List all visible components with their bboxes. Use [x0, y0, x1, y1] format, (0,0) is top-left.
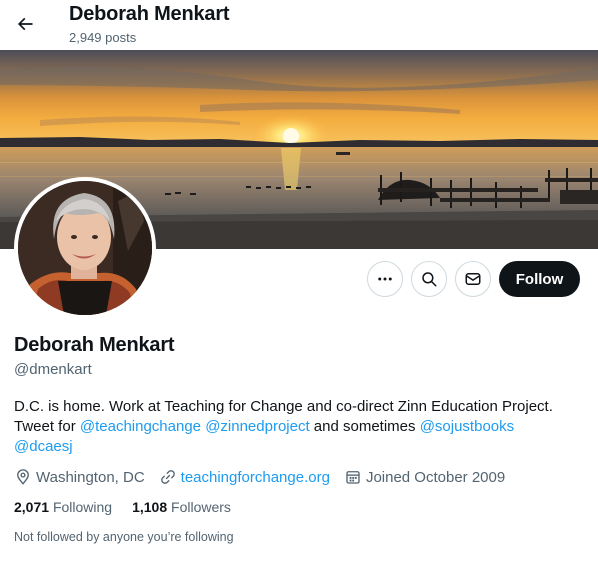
followers-link[interactable]: 1,108 Followers — [132, 499, 231, 515]
more-button[interactable] — [367, 261, 403, 297]
following-label: Following — [52, 499, 113, 515]
join-date-text: Joined October 2009 — [365, 468, 506, 486]
bio-text: and sometimes — [309, 418, 420, 435]
profile-actions: Follow — [0, 261, 598, 297]
following-link[interactable]: 2,071 Following — [14, 499, 112, 515]
link-icon — [160, 470, 175, 484]
location-text: Washington, DC — [36, 468, 145, 486]
back-button[interactable] — [8, 7, 42, 41]
website-link[interactable]: teachingforchange.org — [181, 469, 330, 486]
follow-button[interactable]: Follow — [499, 261, 580, 297]
following-count: 2,071 — [14, 499, 50, 515]
post-count: 2,949 posts — [69, 30, 137, 45]
search-icon — [422, 272, 437, 287]
mention-link[interactable]: @teachingchange — [80, 418, 201, 435]
not-followed-note: Not followed by anyone you’re following — [14, 530, 234, 544]
profile-meta: Washington, DC teachingforchange.org Joi… — [14, 466, 519, 488]
header-name: Deborah Menkart — [69, 3, 230, 25]
user-handle: @dmenkart — [14, 361, 92, 378]
follow-stats: 2,071 Following 1,108 Followers — [14, 499, 251, 515]
top-bar: Deborah Menkart 2,949 posts — [0, 0, 598, 50]
bio-text: D.C. is home. Work at Teaching for Chang… — [14, 398, 553, 415]
followers-label: Followers — [171, 499, 231, 515]
location-pin-icon — [17, 469, 29, 485]
join-date: Joined October 2009 — [344, 468, 505, 486]
more-icon — [378, 277, 392, 281]
arrow-left-icon — [17, 17, 33, 31]
mention-link[interactable]: @zinnedproject — [205, 418, 309, 435]
website: teachingforchange.org — [159, 468, 330, 486]
bio-text: Tweet for — [14, 418, 80, 435]
mention-link[interactable]: @sojustbooks — [420, 418, 514, 435]
display-name: Deborah Menkart — [14, 334, 175, 356]
mention-link[interactable]: @dcaesj — [14, 438, 73, 455]
avatar[interactable] — [14, 177, 156, 319]
bio: D.C. is home. Work at Teaching for Chang… — [14, 397, 584, 457]
calendar-icon — [346, 471, 360, 484]
search-button[interactable] — [411, 261, 447, 297]
followers-count: 1,108 — [132, 499, 168, 515]
location: Washington, DC — [14, 468, 145, 486]
message-icon — [465, 273, 481, 285]
message-button[interactable] — [455, 261, 491, 297]
